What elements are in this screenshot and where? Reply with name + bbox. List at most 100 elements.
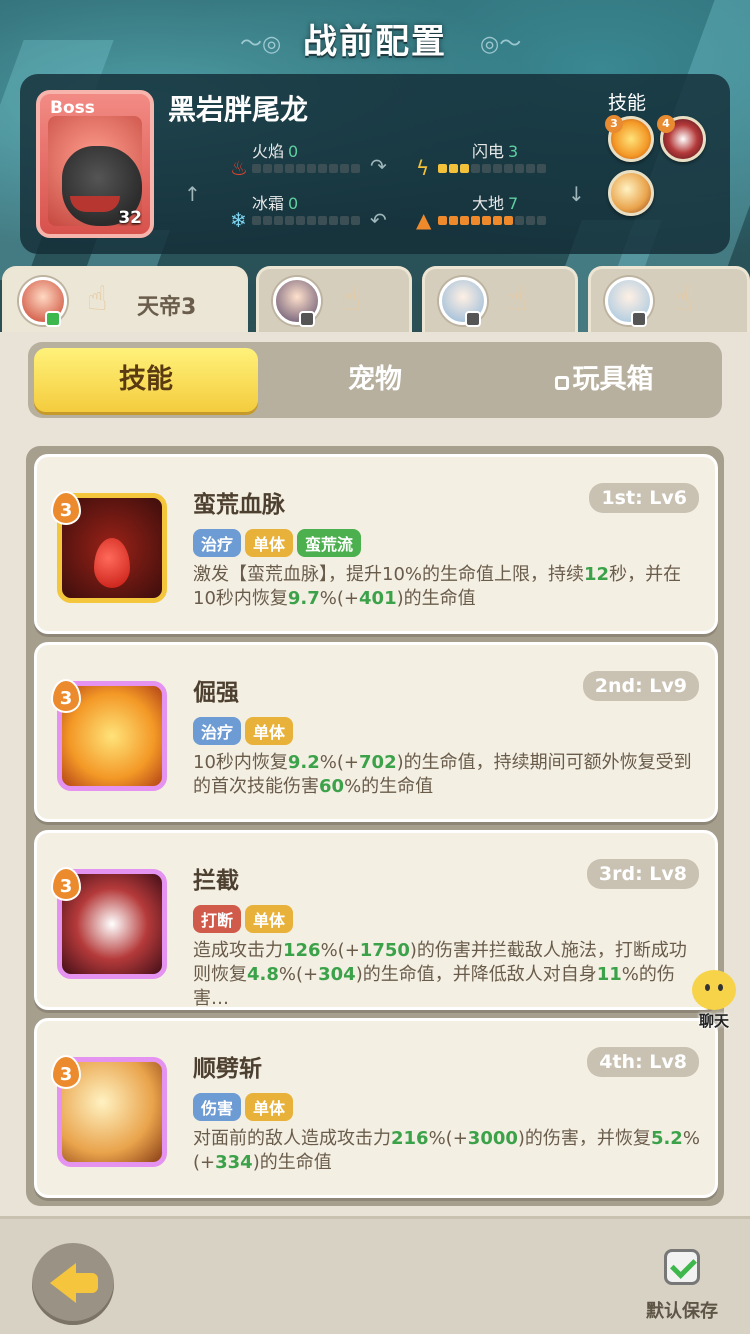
boss-portrait-card[interactable]: Boss 32 — [36, 90, 154, 238]
page-title: 战前配置 — [303, 22, 447, 62]
boss-name: 黑岩胖尾龙 — [168, 93, 309, 126]
stat-segment — [482, 164, 491, 173]
stat-segment — [493, 164, 502, 173]
skill-card[interactable]: 3 拦截 3rd: Lv8 打断 单体 造成攻击力126%(+1750)的伤害并… — [34, 830, 718, 1010]
skill-slot-level: 4th: Lv8 — [587, 1047, 699, 1077]
tab-pets[interactable]: 宠物 — [263, 348, 487, 412]
stat-segment — [460, 216, 469, 225]
stat-segment — [471, 164, 480, 173]
tag: 治疗 — [193, 717, 242, 745]
tag: 单体 — [245, 717, 294, 745]
character-tab[interactable]: ☝ — [588, 266, 750, 332]
stat-segment — [307, 216, 316, 225]
stat-segment — [274, 164, 283, 173]
stat-segment — [460, 164, 469, 173]
chat-badge-icon — [465, 311, 481, 327]
stat-segment — [340, 216, 349, 225]
stat-segment — [504, 164, 513, 173]
stat-segment — [329, 164, 338, 173]
fire-bar — [252, 164, 360, 173]
stat-segment — [340, 164, 349, 173]
stat-segment — [515, 164, 524, 173]
skill-card[interactable]: 3 蛮荒血脉 1st: Lv6 治疗 单体 蛮荒流 激发【蛮荒血脉】，提升10%… — [34, 454, 718, 634]
chat-face-icon — [692, 970, 736, 1010]
stat-segment — [526, 216, 535, 225]
stat-segment — [263, 216, 272, 225]
default-save-label: 默认保存 — [646, 1301, 718, 1322]
frost-bar — [252, 216, 360, 225]
stat-segment — [318, 216, 327, 225]
stat-segment — [296, 164, 305, 173]
rank-badge: 3 — [51, 491, 81, 525]
fire-icon: ♨ — [230, 156, 248, 180]
stat-segment — [351, 216, 360, 225]
cycle-arrow-icon: ↶ — [370, 208, 387, 232]
tab-toybox[interactable]: 玩具箱 — [492, 348, 716, 412]
hand-icon: ☝ — [87, 279, 108, 319]
stat-segment — [471, 216, 480, 225]
skill-tags: 治疗 单体 蛮荒流 — [193, 529, 362, 557]
stat-segment — [449, 216, 458, 225]
skill-slot-level: 2nd: Lv9 — [582, 671, 699, 701]
skill-description: 10秒内恢复9.2%(+702)的生命值，持续期间可额外恢复受到的首次技能伤害6… — [193, 752, 692, 797]
skill-slot-level: 1st: Lv6 — [589, 483, 699, 513]
hand-icon: ☝ — [673, 279, 694, 319]
character-tab[interactable]: ☝ 天帝3 — [2, 266, 248, 332]
earth-icon: ▲ — [416, 208, 432, 232]
tag: 伤害 — [193, 1093, 242, 1121]
tag: 单体 — [245, 905, 294, 933]
skill-name: 蛮荒血脉 — [193, 492, 285, 518]
stat-frost: ❄ 冰霜 0 — [230, 190, 390, 232]
stat-segment — [537, 164, 546, 173]
boss-skill-orb[interactable] — [608, 170, 654, 216]
tag: 单体 — [245, 1093, 294, 1121]
stat-segment — [296, 216, 305, 225]
chat-badge-icon — [45, 311, 61, 327]
earth-bar — [438, 216, 546, 225]
stat-segment — [537, 216, 546, 225]
skill-tags: 伤害 单体 — [193, 1093, 294, 1121]
boss-skill-orb[interactable]: 3 — [605, 115, 654, 162]
character-name: 天帝3 — [137, 295, 197, 320]
skill-card[interactable]: 3 倔强 2nd: Lv9 治疗 单体 10秒内恢复9.2%(+702)的生命值… — [34, 642, 718, 822]
character-tabs: ☝ 天帝3 ☝ ☝ ☝ — [0, 266, 750, 332]
cycle-arrow-icon: ↓ — [568, 182, 585, 206]
stat-segment — [285, 164, 294, 173]
character-tab[interactable]: ☝ — [422, 266, 578, 332]
stat-segment — [504, 216, 513, 225]
tag: 治疗 — [193, 529, 242, 557]
stat-fire: ♨ 火焰 0 — [230, 138, 390, 180]
default-save-toggle[interactable]: 默认保存 — [636, 1249, 728, 1323]
stat-lightning: ϟ 闪电 3 — [416, 138, 576, 180]
skill-name: 顺劈斩 — [193, 1056, 262, 1082]
lightning-icon: ϟ — [416, 156, 430, 180]
stat-segment — [449, 164, 458, 173]
config-main: 技能 宠物 玩具箱 3 蛮荒血脉 1st: Lv6 治疗 单体 蛮荒流 激发【蛮… — [0, 332, 750, 1334]
stat-segment — [438, 216, 447, 225]
stat-segment — [252, 216, 261, 225]
chat-label: 聊天 — [698, 1012, 729, 1030]
boss-skill-orb[interactable]: 4 — [657, 115, 706, 162]
hand-icon: ☝ — [507, 279, 528, 319]
boss-skills-label: 技能 — [607, 92, 646, 114]
tab-skills[interactable]: 技能 — [34, 348, 258, 412]
skill-card[interactable]: 3 顺劈斩 4th: Lv8 伤害 单体 对面前的敌人造成攻击力216%(+30… — [34, 1018, 718, 1198]
stat-segment — [515, 216, 524, 225]
back-button[interactable] — [32, 1243, 114, 1325]
skill-description: 对面前的敌人造成攻击力216%(+3000)的伤害，并恢复5.2%(+334)的… — [193, 1128, 700, 1173]
tag: 蛮荒流 — [297, 529, 362, 557]
rank-badge: 3 — [51, 867, 81, 901]
rank-badge: 3 — [51, 679, 81, 713]
boss-level: 32 — [118, 208, 142, 228]
tag: 打断 — [193, 905, 242, 933]
chat-badge-icon — [631, 311, 647, 327]
stat-segment — [438, 164, 447, 173]
boss-tag: Boss — [50, 98, 95, 118]
stat-segment — [307, 164, 316, 173]
chat-button[interactable]: 聊天 — [682, 970, 746, 1036]
checkbox-icon[interactable] — [664, 1249, 700, 1285]
character-tab[interactable]: ☝ — [256, 266, 412, 332]
bottom-bar: 默认保存 — [0, 1216, 750, 1334]
stat-segment — [318, 164, 327, 173]
skill-description: 激发【蛮荒血脉】，提升10%的生命值上限，持续12秒，并在10秒内恢复9.7%(… — [193, 564, 682, 609]
